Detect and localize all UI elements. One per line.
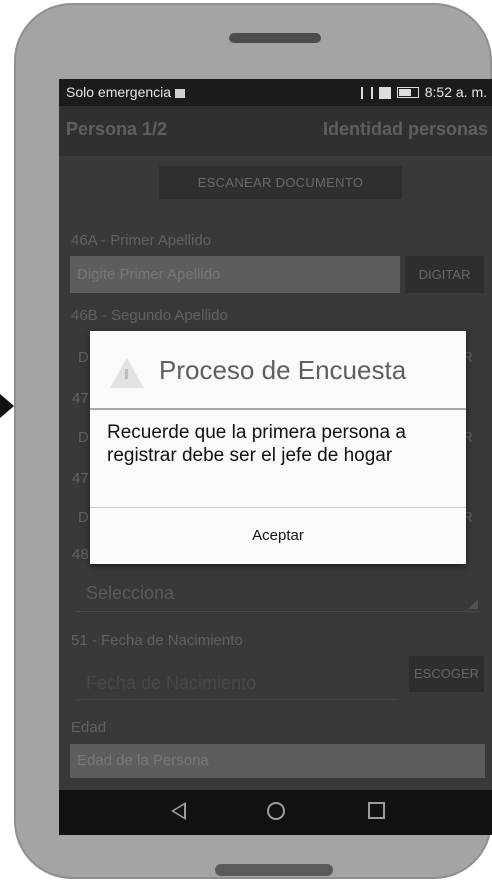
birth-date-underline <box>77 699 397 700</box>
status-time: 8:52 a. m. <box>424 84 487 100</box>
accept-button[interactable]: Aceptar <box>90 508 466 564</box>
phone-frame: Solo emergencia 8:52 a. m. Persona 1/2 I… <box>14 3 492 879</box>
select-dropdown[interactable]: Selecciona <box>86 583 174 604</box>
age-label: Edad <box>71 719 107 736</box>
obscured-text: D <box>78 509 89 526</box>
status-bar: Solo emergencia 8:52 a. m. <box>59 79 492 106</box>
select-underline <box>77 611 481 612</box>
scan-document-button[interactable]: ESCANEAR DOCUMENTO <box>159 166 402 199</box>
carrier-text: Solo emergencia <box>66 84 172 100</box>
birth-date-input[interactable]: Fecha de Nacimiento <box>86 673 256 694</box>
section-title: Identidad personas <box>322 119 488 139</box>
first-surname-digitar-button[interactable]: DIGITAR <box>405 256 484 293</box>
alert-dialog: Proceso de Encuesta Recuerde que la prim… <box>90 331 466 564</box>
obscured-text: 47 <box>72 390 89 407</box>
battery-icon <box>396 87 419 98</box>
second-surname-label: 46B - Segundo Apellido <box>71 307 228 324</box>
dialog-message: Recuerde que la primera persona a regist… <box>107 422 406 466</box>
age-input[interactable]: Edad de la Persona <box>70 744 485 778</box>
birth-date-label: 51 - Fecha de Nacimiento <box>71 632 243 649</box>
image-notification-icon <box>175 88 186 98</box>
first-surname-label: 46A - Primer Apellido <box>71 232 212 249</box>
dialog-title: Proceso de Encuesta <box>159 355 407 385</box>
status-right: 8:52 a. m. <box>360 79 487 106</box>
obscured-text: 47 <box>72 470 89 487</box>
phone-speaker <box>229 33 321 43</box>
back-icon[interactable] <box>171 802 186 820</box>
choose-date-button[interactable]: ESCOGER <box>409 656 484 692</box>
dropdown-arrow-icon <box>468 599 478 609</box>
pointer-arrow-icon <box>0 394 14 418</box>
home-icon[interactable] <box>267 802 285 820</box>
navigation-bar <box>59 790 492 835</box>
obscured-text: D <box>78 429 89 446</box>
first-surname-input[interactable]: Digite Primer Apellido <box>70 256 400 293</box>
status-carrier: Solo emergencia <box>66 79 186 106</box>
dialog-header: Proceso de Encuesta <box>90 331 466 410</box>
persona-counter: Persona 1/2 <box>66 119 168 139</box>
app-bar: Persona 1/2 Identidad personas <box>59 106 492 156</box>
obscured-text: 48 <box>72 546 89 563</box>
download-icon <box>378 86 391 99</box>
obscured-text: D <box>78 349 89 366</box>
screen: Solo emergencia 8:52 a. m. Persona 1/2 I… <box>59 79 492 835</box>
recents-icon[interactable] <box>368 802 385 819</box>
warning-icon-mark <box>125 369 128 379</box>
phone-bottom-pill <box>215 864 333 876</box>
vibrate-icon <box>360 86 373 99</box>
